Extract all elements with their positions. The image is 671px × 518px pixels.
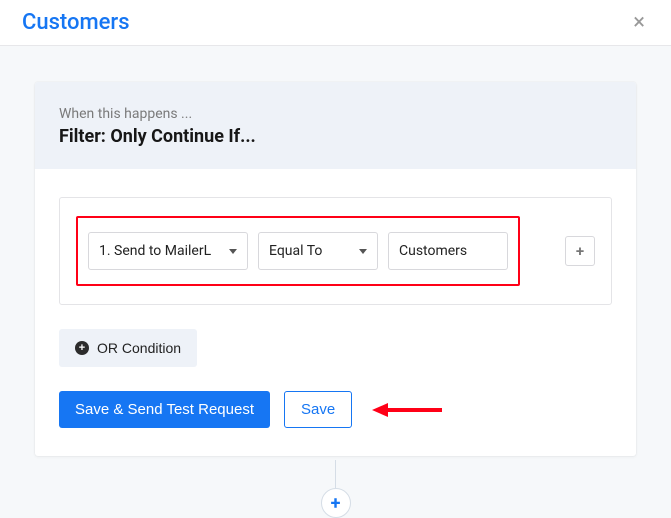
card-header: When this happens ... Filter: Only Conti… <box>35 82 636 169</box>
actions-row: Save & Send Test Request Save <box>59 391 612 428</box>
arrow-shaft <box>388 408 442 412</box>
filter-field-select[interactable]: 1. Send to MailerL <box>88 232 248 270</box>
card-title: Filter: Only Continue If... <box>59 126 612 147</box>
filter-card: When this happens ... Filter: Only Conti… <box>35 82 636 456</box>
save-button[interactable]: Save <box>284 391 352 428</box>
card-body: 1. Send to MailerL Equal To Customers + <box>35 169 636 456</box>
annotation-arrow <box>372 403 442 417</box>
filter-field-label: 1. Send to MailerL <box>99 243 221 259</box>
plus-icon: + <box>576 242 584 260</box>
arrow-head-icon <box>372 403 388 417</box>
chevron-down-icon <box>229 249 237 254</box>
page-title: Customers <box>22 10 130 35</box>
plus-circle-icon: + <box>75 341 89 355</box>
rule-box: 1. Send to MailerL Equal To Customers + <box>59 197 612 305</box>
add-step-button[interactable]: + <box>321 488 351 518</box>
step-connector: + <box>321 460 351 518</box>
or-condition-button[interactable]: + OR Condition <box>59 329 197 367</box>
card-subtitle: When this happens ... <box>59 106 612 122</box>
stage: When this happens ... Filter: Only Conti… <box>0 46 671 456</box>
filter-value-input[interactable]: Customers <box>388 232 508 270</box>
connector-line <box>335 460 336 488</box>
plus-icon: + <box>331 493 341 514</box>
chevron-down-icon <box>359 249 367 254</box>
or-condition-label: OR Condition <box>97 340 181 356</box>
filter-value-text: Customers <box>399 243 497 259</box>
save-test-button[interactable]: Save & Send Test Request <box>59 391 270 428</box>
close-icon[interactable]: × <box>629 12 649 34</box>
filter-operator-select[interactable]: Equal To <box>258 232 378 270</box>
rule-highlight: 1. Send to MailerL Equal To Customers <box>76 216 520 286</box>
filter-operator-label: Equal To <box>269 243 351 259</box>
page-header: Customers × <box>0 0 671 46</box>
add-rule-button[interactable]: + <box>565 236 595 266</box>
